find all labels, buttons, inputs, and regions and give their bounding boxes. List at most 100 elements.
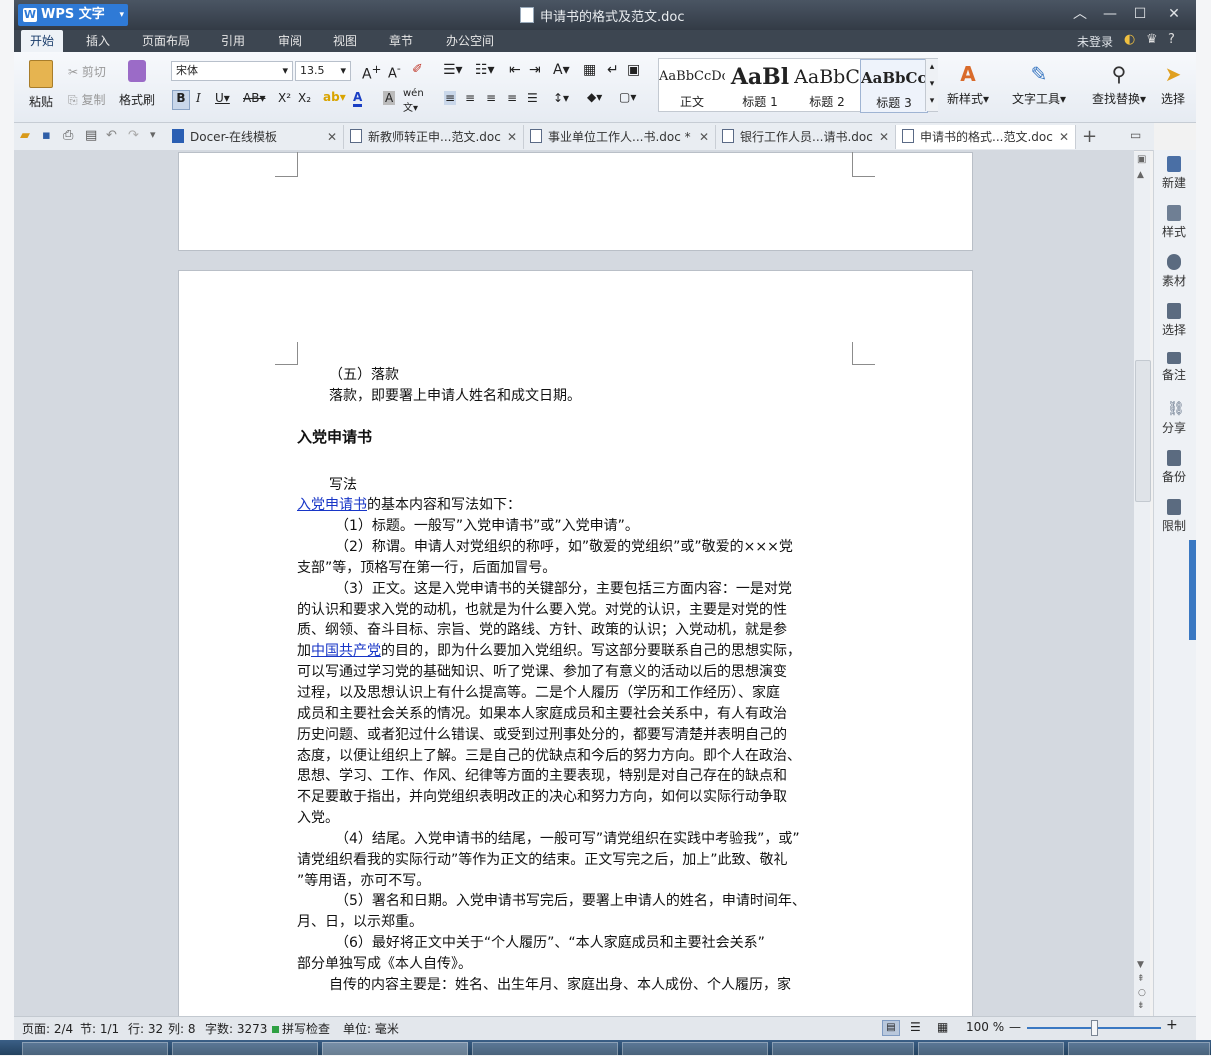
status-page[interactable]: 页面: 2/4 [22, 1020, 73, 1037]
taskbar-button[interactable] [172, 1042, 318, 1056]
minimize-button[interactable]: — [1098, 4, 1122, 24]
style-normal[interactable]: AaBbCcDc 正文 [659, 59, 725, 111]
close-icon[interactable]: ✕ [699, 125, 709, 149]
style-heading-1[interactable]: AaBl 标题 1 [727, 59, 793, 111]
underline-icon[interactable]: U▾ [215, 91, 230, 105]
doc-tab-application-format[interactable]: 申请书的格式...范文.doc ✕ [896, 125, 1076, 149]
sidebar-item-share[interactable]: ⛓ 分享 [1153, 401, 1195, 436]
show-marks-icon[interactable]: ↵ [607, 62, 619, 78]
shirt-icon[interactable]: ♛ [1146, 32, 1158, 47]
paragraph-icon[interactable]: ▣ [627, 62, 640, 78]
sidebar-item-styles[interactable]: 样式 [1153, 205, 1195, 240]
app-menu-button[interactable]: W WPS 文字 ▾ [18, 4, 128, 26]
subscript-icon[interactable]: X₂ [298, 91, 311, 105]
hyperlink-ccp[interactable]: 中国共产党 [311, 643, 381, 659]
sidebar-item-materials[interactable]: 素材 [1153, 254, 1195, 289]
quick-access-dropdown-icon[interactable]: ▾ [150, 128, 156, 141]
table-icon[interactable]: ▦ [583, 62, 596, 78]
sidebar-item-backup[interactable]: 备份 [1153, 450, 1195, 485]
phonetic-guide-icon[interactable]: wén 文▾ [403, 88, 424, 114]
scrollbar-thumb[interactable] [1135, 360, 1151, 502]
numbering-icon[interactable]: ☷▾ [475, 62, 495, 78]
web-view-icon[interactable]: ▦ [937, 1020, 948, 1034]
browse-object-icon[interactable]: ○ [1138, 988, 1146, 998]
font-color-icon[interactable]: A [353, 90, 363, 107]
doc-tab-bank-staff[interactable]: 银行工作人员...请书.doc ✕ [716, 125, 896, 149]
close-icon[interactable]: ✕ [327, 125, 337, 149]
taskbar-button[interactable] [22, 1042, 168, 1056]
tab-chapter[interactable]: 章节 [380, 30, 422, 52]
scroll-up-icon[interactable]: ▲ [1137, 170, 1144, 180]
tab-review[interactable]: 审阅 [269, 30, 311, 52]
style-heading-3[interactable]: AaBbCcI 标题 3 [860, 59, 928, 113]
zoom-in-button[interactable]: + [1166, 1017, 1178, 1033]
text-tools-button[interactable]: ✎ 文字工具▾ [1008, 62, 1070, 107]
tab-insert[interactable]: 插入 [77, 30, 119, 52]
zoom-slider-thumb[interactable] [1091, 1020, 1098, 1036]
font-name-select[interactable]: 宋体 ▾ [171, 61, 293, 81]
help-icon[interactable]: ? [1168, 32, 1175, 47]
highlight-icon[interactable]: ab▾ [323, 90, 346, 104]
strikethrough-icon[interactable]: AB▾ [243, 91, 265, 105]
tab-page-layout[interactable]: 页面布局 [133, 30, 199, 52]
clear-format-icon[interactable]: ✐ [412, 62, 423, 77]
shading-icon[interactable]: ◆▾ [587, 90, 602, 104]
char-shading-icon[interactable]: A [383, 91, 396, 105]
sidebar-item-comments[interactable]: 备注 [1153, 352, 1195, 383]
cut-button[interactable]: ✂ 剪切 [68, 63, 106, 80]
tab-view[interactable]: 视图 [324, 30, 366, 52]
ruler-toggle-icon[interactable]: ▣ [1137, 154, 1146, 165]
align-center-icon[interactable]: ≡ [465, 91, 475, 105]
font-size-select[interactable]: 13.5 ▾ [295, 61, 351, 81]
decrease-indent-icon[interactable]: ⇤ [509, 62, 521, 78]
undo-icon[interactable]: ↶ [106, 128, 117, 143]
taskbar-button[interactable] [1068, 1042, 1210, 1056]
collapse-ribbon-button[interactable]: ︿ [1068, 4, 1092, 24]
page-view-icon[interactable]: ▤ [882, 1020, 900, 1036]
tab-office-space[interactable]: 办公空间 [437, 30, 503, 52]
grow-font-icon[interactable]: A+ [362, 62, 381, 83]
previous-page-icon[interactable]: ⇞ [1137, 974, 1145, 984]
skin-icon[interactable]: ◐ [1124, 32, 1135, 47]
status-word-count[interactable]: 字数: 3273 [205, 1020, 267, 1037]
new-tab-button[interactable]: + [1082, 126, 1097, 147]
find-replace-button[interactable]: ⚲ 查找替换▾ [1086, 62, 1152, 107]
bold-icon[interactable]: B [172, 90, 190, 110]
shrink-font-icon[interactable]: A- [388, 62, 401, 81]
close-icon[interactable]: ✕ [1059, 125, 1069, 149]
open-folder-icon[interactable]: ▰ [20, 128, 30, 143]
format-painter-button[interactable]: 格式刷 [117, 60, 157, 108]
new-style-button[interactable]: A 新样式▾ [943, 62, 993, 107]
doc-tab-docer[interactable]: Docer-在线模板 ✕ [166, 125, 344, 149]
copy-button[interactable]: ⎘ 复制 [68, 91, 105, 108]
line-spacing-icon[interactable]: ↕▾ [553, 91, 569, 105]
tab-references[interactable]: 引用 [212, 30, 254, 52]
save-icon[interactable]: ▪ [42, 128, 51, 143]
vertical-scrollbar[interactable] [1134, 152, 1150, 1016]
doc-tab-public-institution[interactable]: 事业单位工作人...书.doc * ✕ [524, 125, 716, 149]
italic-icon[interactable]: I [196, 91, 201, 105]
document-body[interactable]: （五）落款 落款，即要署上申请人姓名和成文日期。 入党申请书 写法 入党申请书的… [297, 365, 853, 996]
increase-indent-icon[interactable]: ⇥ [529, 62, 541, 78]
text-direction-icon[interactable]: A▾ [553, 62, 570, 78]
print-icon[interactable]: ⎙ [63, 128, 73, 143]
close-icon[interactable]: ✕ [507, 125, 517, 149]
superscript-icon[interactable]: X² [278, 91, 291, 105]
paste-button[interactable]: 粘贴 [24, 60, 58, 110]
select-button[interactable]: ➤ 选择 [1156, 62, 1190, 107]
sidebar-item-new[interactable]: 新建 [1153, 156, 1195, 191]
outline-view-icon[interactable]: ☰ [910, 1020, 921, 1034]
align-left-icon[interactable]: ≡ [444, 91, 457, 105]
next-page-icon[interactable]: ⇟ [1137, 1001, 1145, 1011]
close-icon[interactable]: ✕ [879, 125, 889, 149]
taskbar-button[interactable] [918, 1042, 1064, 1056]
print-preview-icon[interactable]: ▤ [85, 128, 97, 143]
style-heading-2[interactable]: AaBbC 标题 2 [794, 59, 860, 111]
distribute-icon[interactable]: ☰ [527, 91, 538, 105]
spellcheck-toggle[interactable]: 拼写检查 [272, 1020, 330, 1037]
hyperlink-rudang[interactable]: 入党申请书 [297, 497, 367, 513]
login-status[interactable]: 未登录 [1077, 33, 1113, 50]
status-unit[interactable]: 单位: 毫米 [343, 1020, 399, 1037]
align-right-icon[interactable]: ≡ [486, 91, 496, 105]
scroll-down-icon[interactable]: ▼ [1137, 960, 1144, 970]
